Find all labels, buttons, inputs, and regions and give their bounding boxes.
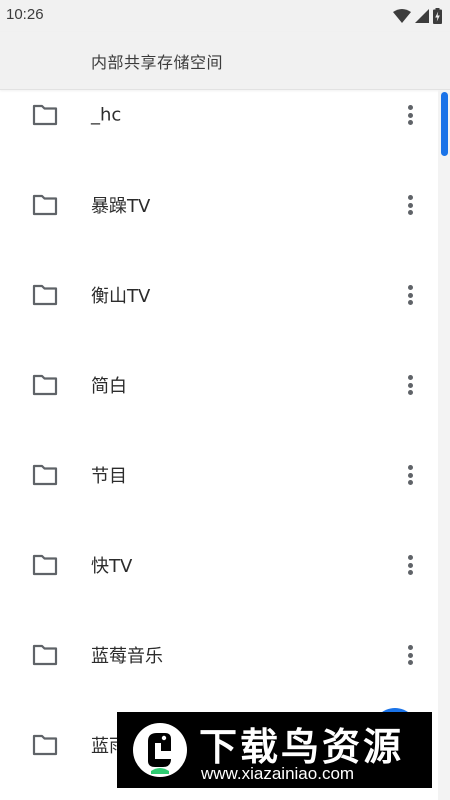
status-bar: 10:26 (0, 0, 450, 32)
folder-row[interactable]: 节目 (0, 430, 438, 520)
folder-name: 节目 (91, 466, 127, 487)
scrollbar-track[interactable] (438, 90, 450, 800)
wifi-icon (393, 9, 411, 23)
watermark-title: 下载鸟资源 (199, 725, 405, 769)
watermark-url: www.xiazainiao.com (201, 764, 355, 783)
scrollbar-thumb[interactable] (441, 92, 448, 156)
more-vert-icon[interactable] (400, 643, 420, 667)
status-time: 10:26 (6, 6, 44, 23)
more-vert-icon[interactable] (400, 283, 420, 307)
folder-row[interactable]: _hc (0, 90, 438, 160)
folder-name: _hc (91, 104, 122, 126)
folder-icon (32, 284, 58, 306)
folder-name: 暴躁TV (91, 196, 151, 217)
status-icons (393, 7, 442, 25)
folder-row[interactable]: 蓝莓音乐 (0, 610, 438, 700)
folder-icon (32, 464, 58, 486)
folder-icon (32, 644, 58, 666)
more-vert-icon[interactable] (400, 103, 420, 127)
folder-row[interactable]: 暴躁TV (0, 160, 438, 250)
folder-row[interactable]: 衡山TV (0, 250, 438, 340)
more-vert-icon[interactable] (400, 463, 420, 487)
cellular-signal-icon (415, 9, 429, 23)
folder-list[interactable]: _hc 暴躁TV 衡山TV 简白 节目 快TV 蓝莓音乐 蓝雨 (0, 90, 438, 800)
folder-icon (32, 734, 58, 756)
battery-charging-icon (433, 8, 442, 24)
watermark-banner: 下载鸟资源 www.xiazainiao.com (117, 712, 432, 788)
folder-name: 衡山TV (91, 286, 151, 307)
folder-icon (32, 194, 58, 216)
folder-icon (32, 554, 58, 576)
bird-logo-icon (133, 723, 187, 777)
page-title: 内部共享存储空间 (91, 53, 224, 72)
folder-name: 简白 (91, 376, 127, 397)
more-vert-icon[interactable] (400, 193, 420, 217)
folder-row[interactable]: 快TV (0, 520, 438, 610)
folder-icon (32, 104, 58, 126)
folder-icon (32, 374, 58, 396)
app-header: 内部共享存储空间 (0, 32, 450, 90)
folder-row[interactable]: 简白 (0, 340, 438, 430)
more-vert-icon[interactable] (400, 373, 420, 397)
folder-name: 蓝莓音乐 (91, 646, 163, 667)
more-vert-icon[interactable] (400, 553, 420, 577)
folder-name: 快TV (91, 556, 133, 577)
